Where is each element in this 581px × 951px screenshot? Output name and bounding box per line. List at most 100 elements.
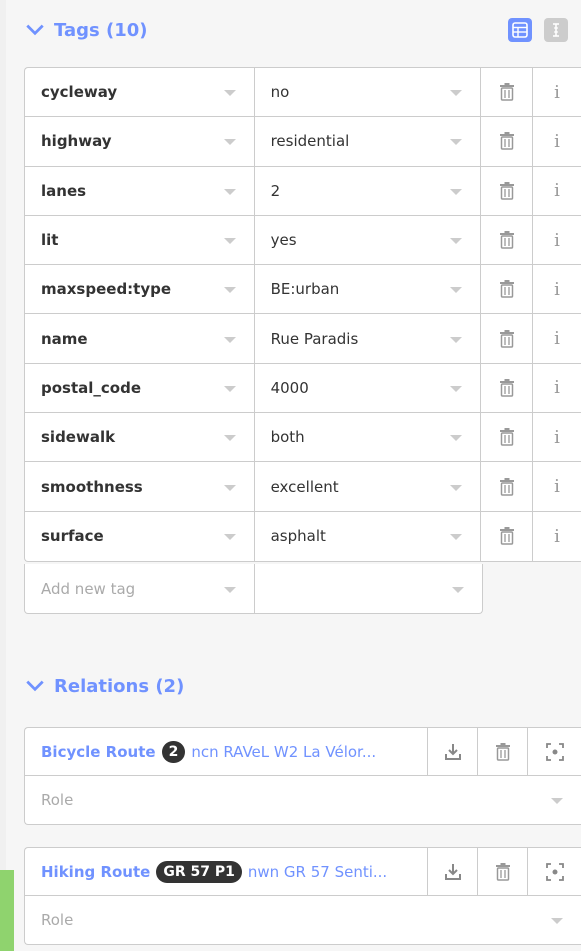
tag-key-input[interactable]: lanes: [25, 166, 255, 215]
delete-tag-button[interactable]: [481, 462, 534, 511]
tag-value-text: excellent: [270, 477, 339, 496]
chevron-down-icon[interactable]: [452, 586, 464, 593]
chevron-down-icon[interactable]: [450, 385, 463, 392]
download-member-button[interactable]: [428, 728, 478, 775]
tag-row: lit yes i: [25, 215, 581, 266]
remove-relation-button[interactable]: [478, 728, 528, 775]
relation-item: Hiking Route GR 57 P1 nwn GR 57 Senti...: [24, 847, 581, 945]
tags-section-toggle[interactable]: Tags (10): [24, 14, 147, 46]
tag-info-button[interactable]: i: [533, 462, 581, 510]
delete-tag-button[interactable]: [481, 511, 534, 561]
list-view-icon: [512, 22, 528, 38]
delete-tag-button[interactable]: [481, 413, 534, 462]
tag-value-input[interactable]: 4000: [255, 363, 482, 413]
download-member-button[interactable]: [428, 848, 478, 895]
tag-key-input[interactable]: postal_code: [25, 363, 255, 413]
relations-section-title: Relations (2): [54, 675, 185, 697]
tag-value-input[interactable]: 2: [255, 166, 482, 215]
tag-key-input[interactable]: smoothness: [25, 462, 255, 511]
chevron-down-icon[interactable]: [450, 238, 463, 245]
tag-key-input[interactable]: highway: [25, 117, 255, 166]
relation-link[interactable]: Bicycle Route 2 ncn RAVeL W2 La Vélor...: [25, 728, 428, 775]
tag-row: name Rue Paradis i: [25, 314, 581, 364]
chevron-down-icon[interactable]: [224, 586, 236, 593]
tag-value-input[interactable]: asphalt: [255, 511, 482, 561]
tag-value-input[interactable]: Rue Paradis: [255, 314, 482, 363]
new-tag-key-input[interactable]: Add new tag: [25, 564, 255, 613]
trash-icon: [499, 477, 514, 496]
tag-info-button[interactable]: i: [533, 167, 581, 215]
delete-tag-button[interactable]: [481, 314, 534, 363]
tag-key-text: postal_code: [41, 378, 142, 397]
tag-info-button[interactable]: i: [533, 68, 581, 116]
tag-key-text: maxspeed:type: [41, 280, 172, 299]
chevron-down-icon[interactable]: [450, 188, 463, 195]
chevron-down-icon[interactable]: [450, 287, 463, 294]
tag-info-button[interactable]: i: [533, 265, 581, 313]
chevron-down-icon[interactable]: [551, 918, 563, 924]
relation-link[interactable]: Hiking Route GR 57 P1 nwn GR 57 Senti...: [25, 848, 428, 895]
tag-key-input[interactable]: lit: [25, 215, 255, 265]
relation-name: nwn GR 57 Senti...: [247, 862, 388, 881]
tag-value-input[interactable]: BE:urban: [255, 265, 482, 314]
delete-tag-button[interactable]: [481, 117, 534, 166]
trash-icon: [499, 181, 514, 200]
chevron-down-icon[interactable]: [450, 90, 463, 97]
tag-value-input[interactable]: excellent: [255, 462, 482, 511]
route-ref-badge: GR 57 P1: [156, 860, 242, 883]
remove-relation-button[interactable]: [478, 848, 528, 895]
tag-info-button[interactable]: i: [533, 117, 581, 165]
chevron-down-icon[interactable]: [223, 336, 236, 343]
tag-info-button[interactable]: i: [533, 216, 581, 264]
tag-value-input[interactable]: no: [255, 68, 482, 117]
tag-value-input[interactable]: both: [255, 413, 482, 462]
chevron-down-icon[interactable]: [450, 484, 463, 491]
chevron-down-icon[interactable]: [223, 139, 236, 146]
list-view-button[interactable]: [508, 18, 532, 42]
tag-key-input[interactable]: sidewalk: [25, 413, 255, 462]
chevron-down-icon[interactable]: [450, 336, 463, 343]
chevron-down-icon[interactable]: [223, 435, 236, 442]
tags-section-title: Tags (10): [54, 19, 148, 41]
delete-tag-button[interactable]: [481, 265, 534, 314]
chevron-down-icon[interactable]: [551, 798, 563, 804]
new-tag-value-input[interactable]: [255, 564, 482, 613]
delete-tag-button[interactable]: [481, 68, 534, 117]
delete-tag-button[interactable]: [481, 215, 534, 265]
relations-section-toggle[interactable]: Relations (2): [24, 670, 184, 702]
chevron-down-icon[interactable]: [223, 534, 236, 541]
tag-row: surface asphalt i: [25, 511, 581, 561]
chevron-down-icon[interactable]: [223, 188, 236, 195]
trash-icon: [499, 280, 514, 299]
chevron-down-icon[interactable]: [450, 435, 463, 442]
tag-info-button[interactable]: i: [533, 512, 581, 561]
tag-value-input[interactable]: yes: [255, 215, 482, 265]
chevron-down-icon[interactable]: [450, 139, 463, 146]
chevron-down-icon[interactable]: [223, 287, 236, 294]
text-view-button[interactable]: [544, 18, 568, 42]
tag-row: maxspeed:type BE:urban i: [25, 265, 581, 315]
tag-key-input[interactable]: maxspeed:type: [25, 265, 255, 314]
tag-value-text: 4000: [270, 378, 309, 397]
tag-key-input[interactable]: name: [25, 314, 255, 363]
chevron-down-icon[interactable]: [223, 238, 236, 245]
chevron-down-icon[interactable]: [450, 534, 463, 541]
zoom-to-member-button[interactable]: [528, 848, 581, 895]
tag-row: smoothness excellent i: [25, 462, 581, 512]
new-tag-placeholder: Add new tag: [41, 579, 136, 598]
zoom-to-member-button[interactable]: [528, 728, 581, 775]
chevron-down-icon[interactable]: [223, 90, 236, 97]
tag-info-button[interactable]: i: [533, 314, 581, 362]
relation-role-input[interactable]: Role: [25, 896, 581, 944]
chevron-down-icon[interactable]: [223, 385, 236, 392]
relation-role-input[interactable]: Role: [25, 776, 581, 824]
tag-info-button[interactable]: i: [533, 413, 581, 461]
tag-key-input[interactable]: cycleway: [25, 68, 255, 117]
tag-key-input[interactable]: surface: [25, 511, 255, 561]
tag-info-button[interactable]: i: [533, 364, 581, 412]
chevron-down-icon[interactable]: [223, 484, 236, 491]
delete-tag-button[interactable]: [481, 363, 534, 413]
delete-tag-button[interactable]: [481, 166, 534, 215]
tag-value-text: both: [270, 428, 305, 447]
tag-value-input[interactable]: residential: [255, 117, 482, 166]
